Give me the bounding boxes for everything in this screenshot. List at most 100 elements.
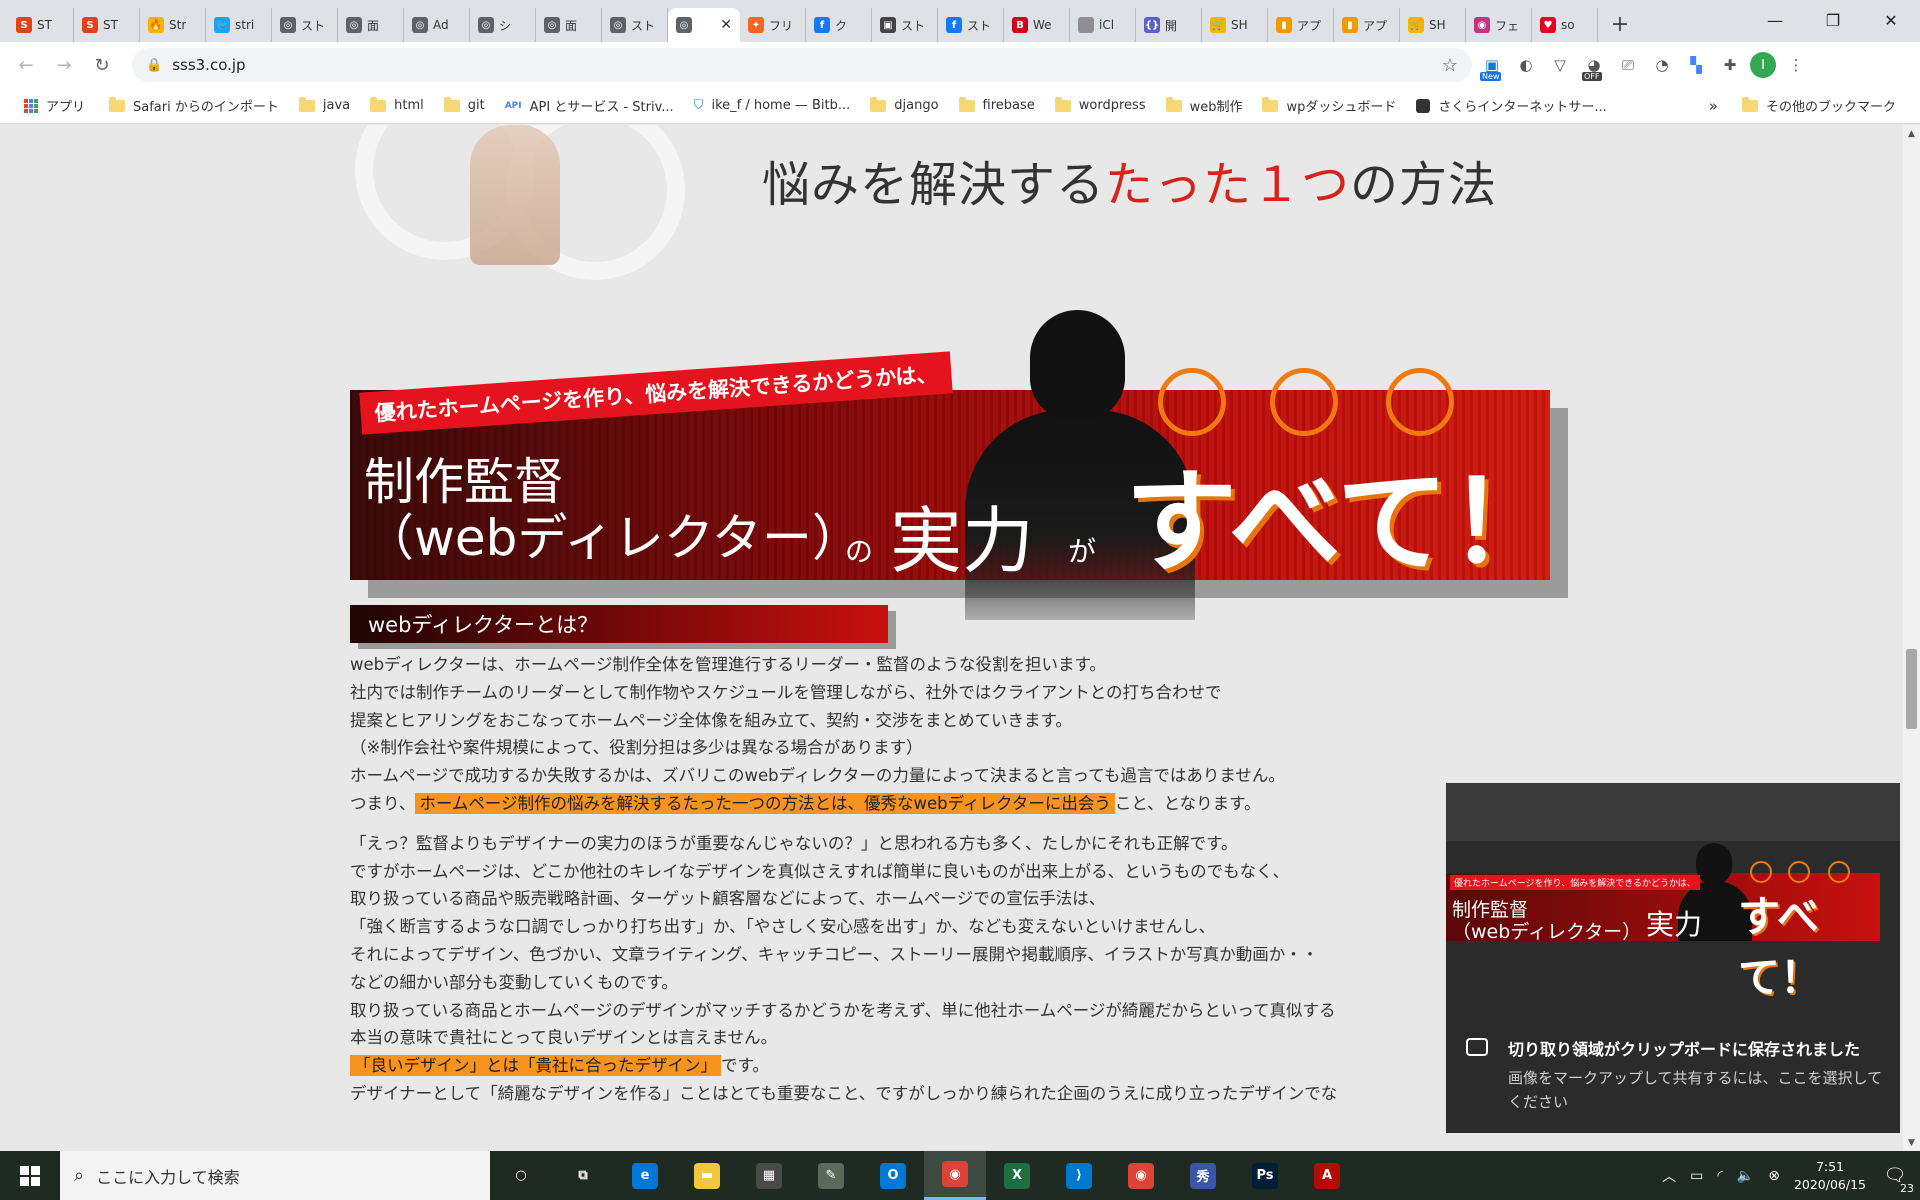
tab-14[interactable]: f スト: [938, 8, 1004, 42]
tray-overflow-icon[interactable]: ︿: [1662, 1166, 1676, 1186]
decorative-ring: [1386, 368, 1454, 436]
tab-22[interactable]: ◉ フェ: [1466, 8, 1532, 42]
tab-5[interactable]: ◎ 面: [338, 8, 404, 42]
vscode-icon[interactable]: ⟩: [1048, 1151, 1110, 1200]
new-tab-button[interactable]: +: [1602, 6, 1638, 42]
cortana-icon[interactable]: ○: [490, 1151, 552, 1200]
bookmark-item[interactable]: firebase: [949, 92, 1045, 120]
tab-18[interactable]: 🛒 SH: [1202, 8, 1268, 42]
tab-favicon-icon: [1078, 17, 1094, 33]
taskbar-search[interactable]: ⌕ ここに入力して検索: [60, 1151, 490, 1200]
store-icon[interactable]: ▦: [738, 1151, 800, 1200]
tab-0[interactable]: S ST: [8, 8, 74, 42]
bookmark-item[interactable]: Safari からのインポート: [99, 92, 289, 120]
tab-2[interactable]: 🔥 Str: [140, 8, 206, 42]
acrobat-icon[interactable]: A: [1296, 1151, 1358, 1200]
clock[interactable]: 7:51 2020/06/15: [1794, 1158, 1866, 1194]
bookmark-item[interactable]: API API とサービス - Striv...: [495, 92, 684, 120]
snip-notification-toast[interactable]: 切り取り領域がクリップボードに保存されました 画像をマークアップして共有するには…: [1446, 1020, 1900, 1132]
timer-extension-icon[interactable]: ◔: [1648, 51, 1676, 79]
edge-icon[interactable]: e: [614, 1151, 676, 1200]
bookmark-apps[interactable]: アプリ: [14, 92, 95, 120]
address-bar[interactable]: 🔒 sss3.co.jp ☆: [132, 48, 1472, 82]
start-button[interactable]: [0, 1151, 60, 1200]
tab-1[interactable]: S ST: [74, 8, 140, 42]
tab-9[interactable]: ◎ スト: [602, 8, 668, 42]
scroll-thumb[interactable]: [1906, 649, 1917, 729]
bookmark-other-folder[interactable]: その他のブックマーク: [1732, 92, 1906, 120]
tab-4[interactable]: ◎ スト: [272, 8, 338, 42]
tab-12[interactable]: fク: [806, 8, 872, 42]
back-button[interactable]: ←: [10, 49, 42, 81]
bookmark-item[interactable]: さくらインターネットサー...: [1406, 92, 1616, 120]
tab-19[interactable]: ▮ アプ: [1268, 8, 1334, 42]
mute-icon[interactable]: ⊗: [1768, 1168, 1780, 1184]
task-view-icon[interactable]: ⧉: [552, 1151, 614, 1200]
tray-app-icon[interactable]: ▭: [1690, 1168, 1703, 1184]
circle-extension-icon[interactable]: ◐: [1512, 51, 1540, 79]
taskbar-app-glyph: ◉: [942, 1161, 968, 1187]
google-extension-icon[interactable]: ▚: [1682, 51, 1710, 79]
banner-ability: 実力: [890, 499, 1035, 583]
volume-icon[interactable]: 🔈: [1737, 1168, 1754, 1184]
bookmark-item[interactable]: web制作: [1156, 92, 1253, 120]
snip-thumbnail[interactable]: 優れたホームページを作り、悩みを解決できるかどうかは、 制作監督 （webディレ…: [1446, 843, 1880, 1002]
excel-icon[interactable]: X: [986, 1151, 1048, 1200]
bookmark-item[interactable]: html: [360, 92, 434, 120]
tab-10[interactable]: ◎ ✕: [668, 8, 740, 42]
minimize-button[interactable]: —: [1746, 0, 1804, 40]
bookmark-label: java: [322, 98, 351, 113]
close-window-button[interactable]: ✕: [1862, 0, 1920, 40]
app-icon[interactable]: ✎: [800, 1151, 862, 1200]
action-center-button[interactable]: 🗨 23: [1880, 1161, 1914, 1195]
tab-13[interactable]: ▣ スト: [872, 8, 938, 42]
forward-button[interactable]: →: [48, 49, 80, 81]
browser-menu-icon[interactable]: ⋮: [1782, 51, 1810, 79]
tab-8[interactable]: ◎ 面: [536, 8, 602, 42]
bookmark-item[interactable]: wpダッシュボード: [1252, 92, 1406, 120]
profile-avatar[interactable]: I: [1750, 52, 1776, 78]
tab-11[interactable]: ✦ フリ: [740, 8, 806, 42]
reload-button[interactable]: ↻: [86, 49, 118, 81]
bookmark-item[interactable]: wordpress: [1045, 92, 1156, 120]
chrome-icon-2[interactable]: ◉: [1110, 1151, 1172, 1200]
tab-17[interactable]: {} 開: [1136, 8, 1202, 42]
tab-7[interactable]: ◎ シ: [470, 8, 536, 42]
network-icon[interactable]: ◜: [1717, 1168, 1722, 1184]
maximize-button[interactable]: ❐: [1804, 0, 1862, 40]
tab-label: フリ: [769, 18, 794, 33]
close-tab-icon[interactable]: ✕: [720, 17, 732, 33]
scroll-up-arrow[interactable]: ▲: [1903, 125, 1920, 142]
tab-16[interactable]: iCl: [1070, 8, 1136, 42]
bookmark-star-icon[interactable]: ☆: [1442, 55, 1458, 76]
bookmark-item[interactable]: ⛉ ike_f / home — Bitb...: [684, 92, 861, 120]
cast-extension-icon[interactable]: ⎚: [1614, 51, 1642, 79]
tab-21[interactable]: 🛒 SH: [1400, 8, 1466, 42]
tab-favicon-icon: f: [946, 17, 962, 33]
tab-favicon-icon: ◎: [346, 17, 362, 33]
new-extension-icon[interactable]: ▣ New: [1478, 51, 1506, 81]
bookmark-item[interactable]: java: [289, 92, 360, 120]
tab-20[interactable]: ▮ アプ: [1334, 8, 1400, 42]
manga-app-icon[interactable]: 秀: [1172, 1151, 1234, 1200]
tab-23[interactable]: ♥ so: [1532, 8, 1598, 42]
vue-devtools-icon[interactable]: ▽: [1546, 51, 1574, 79]
bookmark-item[interactable]: django: [860, 92, 948, 120]
tab-3[interactable]: 🐦 stri: [206, 8, 272, 42]
tab-15[interactable]: B We: [1004, 8, 1070, 42]
extensions-puzzle-icon[interactable]: ✚: [1716, 51, 1744, 79]
bookmarks-overflow-button[interactable]: »: [1699, 97, 1728, 115]
chrome-icon[interactable]: ◉: [924, 1151, 986, 1200]
scroll-down-arrow[interactable]: ▼: [1903, 1134, 1920, 1151]
photoshop-icon[interactable]: Ps: [1234, 1151, 1296, 1200]
outlook-icon[interactable]: O: [862, 1151, 924, 1200]
text-line: （※制作会社や案件規模によって、役割分担は多少は異なる場合があります）: [350, 738, 923, 758]
bookmarks-bar: アプリ Safari からのインポート java html git API API とサー…: [0, 88, 1920, 124]
tab-6[interactable]: ◎ Ad: [404, 8, 470, 42]
url-text[interactable]: sss3.co.jp: [172, 56, 245, 74]
explorer-icon[interactable]: ▬: [676, 1151, 738, 1200]
off-extension-icon[interactable]: ◕ OFF: [1580, 51, 1608, 81]
page-scrollbar[interactable]: ▲ ▼: [1903, 125, 1920, 1151]
bookmark-item[interactable]: git: [434, 92, 495, 120]
clock-time: 7:51: [1815, 1158, 1845, 1174]
